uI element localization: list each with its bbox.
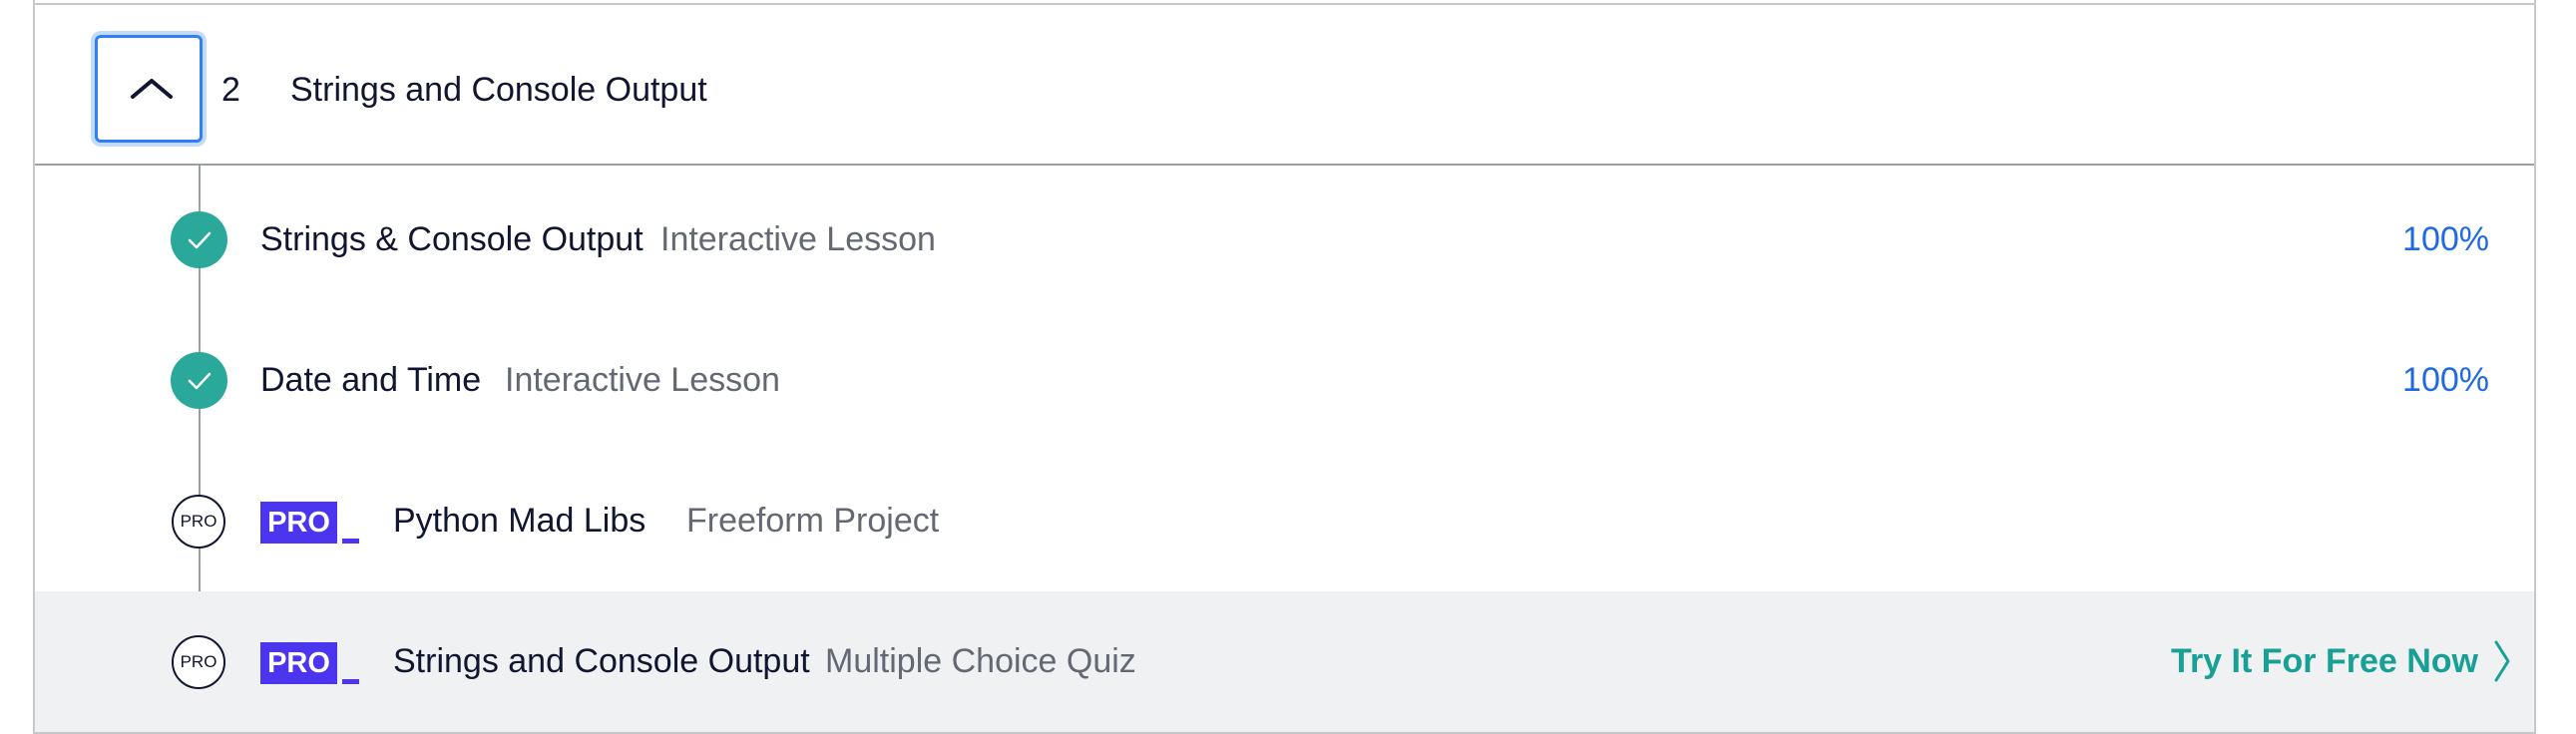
try-free-link[interactable]: Try It For Free Now [2171, 642, 2478, 681]
pro-status-icon: PRO [172, 635, 225, 689]
chevron-up-icon [131, 79, 173, 99]
lesson-row[interactable]: Date and Time Interactive Lesson 100% [35, 310, 2534, 451]
module-header: 2 Strings and Console Output [35, 5, 2534, 166]
lesson-type: Interactive Lesson [505, 361, 780, 399]
lesson-progress: 100% [2402, 361, 2489, 399]
pro-badge-underscore [342, 539, 359, 544]
lesson-title[interactable]: Strings & Console Output [260, 220, 644, 259]
lesson-title[interactable]: Strings and Console Output [393, 642, 810, 681]
lesson-title[interactable]: Python Mad Libs [393, 502, 645, 541]
lesson-progress: 100% [2402, 220, 2489, 258]
lesson-type: Freeform Project [686, 502, 940, 540]
pro-badge: PRO [260, 502, 337, 544]
lesson-row[interactable]: Strings & Console Output Interactive Les… [35, 170, 2534, 310]
lesson-type: Multiple Choice Quiz [825, 642, 1136, 680]
lesson-title[interactable]: Date and Time [260, 361, 481, 400]
completed-check-icon [171, 352, 227, 409]
lesson-type: Interactive Lesson [660, 220, 936, 258]
completed-check-icon [171, 211, 227, 268]
lesson-row-hovered[interactable]: PRO PRO Strings and Console Output Multi… [35, 591, 2534, 734]
lesson-row[interactable]: PRO PRO Python Mad Libs Freeform Project [35, 451, 2534, 591]
module-number: 2 [221, 71, 240, 109]
chevron-right-icon[interactable] [2492, 639, 2512, 683]
pro-status-icon: PRO [172, 495, 225, 549]
collapse-module-button[interactable] [95, 35, 203, 143]
pro-badge-underscore [342, 679, 359, 684]
module-title: Strings and Console Output [290, 71, 707, 109]
pro-badge: PRO [260, 642, 337, 684]
